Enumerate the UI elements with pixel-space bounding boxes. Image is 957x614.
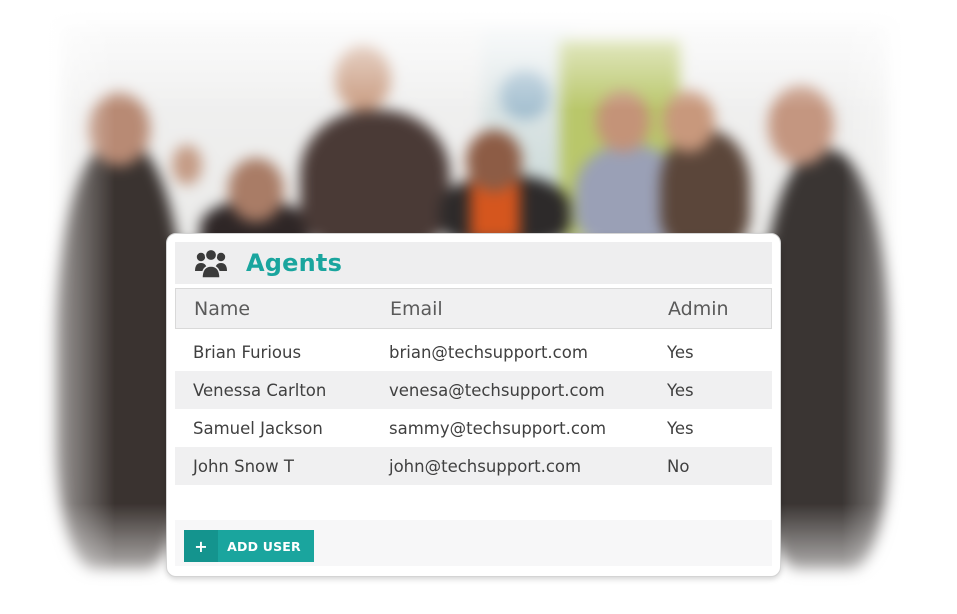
agents-panel: Agents Name Email Admin Brian Furious br… — [166, 233, 781, 577]
agent-email: john@techsupport.com — [389, 456, 582, 476]
table-row[interactable]: Brian Furious brian@techsupport.com Yes — [175, 333, 772, 371]
table-row[interactable]: Venessa Carlton venesa@techsupport.com Y… — [175, 371, 772, 409]
agent-name: Venessa Carlton — [193, 380, 327, 400]
agent-email: sammy@techsupport.com — [389, 418, 607, 438]
plus-icon: + — [184, 530, 218, 562]
panel-title: Agents — [246, 249, 343, 277]
agent-email: brian@techsupport.com — [389, 342, 588, 362]
agent-admin: Yes — [667, 418, 694, 438]
table-row[interactable]: John Snow T john@techsupport.com No — [175, 447, 772, 485]
table-header: Name Email Admin — [175, 288, 772, 329]
column-header-email[interactable]: Email — [390, 298, 443, 320]
agent-name: John Snow T — [193, 456, 294, 476]
users-group-icon — [195, 248, 227, 279]
agent-admin: Yes — [667, 342, 694, 362]
agent-admin: No — [667, 456, 690, 476]
agent-name: Brian Furious — [193, 342, 302, 362]
agents-table: Name Email Admin Brian Furious brian@tec… — [175, 288, 772, 485]
column-header-name[interactable]: Name — [194, 298, 250, 320]
agent-email: venesa@techsupport.com — [389, 380, 605, 400]
add-user-button[interactable]: + ADD USER — [184, 530, 314, 562]
agent-name: Samuel Jackson — [193, 418, 323, 438]
column-header-admin[interactable]: Admin — [668, 298, 729, 320]
panel-header: Agents — [175, 242, 772, 284]
agent-admin: Yes — [667, 380, 694, 400]
add-user-label: ADD USER — [227, 538, 301, 554]
panel-footer: + ADD USER — [175, 520, 772, 566]
table-row[interactable]: Samuel Jackson sammy@techsupport.com Yes — [175, 409, 772, 447]
